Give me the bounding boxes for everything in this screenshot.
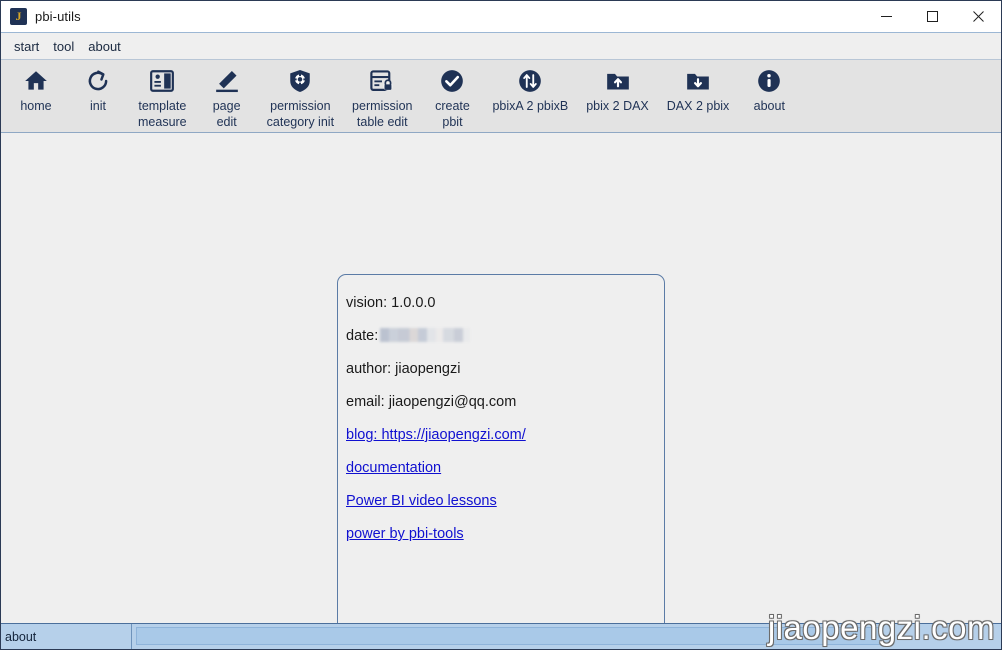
toolbar-button-init[interactable]: init xyxy=(67,60,129,118)
window-title: pbi-utils xyxy=(35,9,81,24)
status-progress-area xyxy=(132,624,1001,649)
link-power-by-pbi-tools[interactable]: power by pbi-tools xyxy=(346,518,664,551)
info-row-vision: vision: 1.0.0.0 xyxy=(346,287,664,320)
toolbar-label: init xyxy=(90,98,106,114)
minimize-icon[interactable] xyxy=(863,1,909,32)
transfer-circle-icon xyxy=(517,66,543,96)
folder-upload-icon xyxy=(605,66,631,96)
status-text: about xyxy=(1,624,132,649)
link-documentation[interactable]: documentation xyxy=(346,452,664,485)
info-row-author: author: jiaopengzi xyxy=(346,353,664,386)
j-logo-icon: J xyxy=(10,8,27,25)
toolbar: home init templ xyxy=(1,60,1001,133)
toolbar-button-home[interactable]: home xyxy=(5,60,67,118)
close-icon[interactable] xyxy=(955,1,1001,32)
toolbar-label: home xyxy=(20,98,51,114)
menu-item-start[interactable]: start xyxy=(7,37,46,56)
pencil-edit-icon xyxy=(214,66,240,96)
toolbar-label: template measure xyxy=(138,98,187,130)
toolbar-button-page-edit[interactable]: page edit xyxy=(196,60,258,133)
toolbar-label: pbixA 2 pbixB xyxy=(492,98,568,114)
toolbar-button-permission-category-init[interactable]: permission category init xyxy=(258,60,343,133)
toolbar-label: about xyxy=(754,98,785,114)
toolbar-button-about[interactable]: about xyxy=(738,60,800,118)
info-row-date: date: xyxy=(346,320,664,353)
window-controls xyxy=(863,1,1001,32)
toolbar-button-pbixa-2-pbixb[interactable]: pbixA 2 pbixB xyxy=(483,60,577,118)
toolbar-button-dax-2-pbix[interactable]: DAX 2 pbix xyxy=(658,60,739,118)
link-blog[interactable]: blog: https://jiaopengzi.com/ xyxy=(346,419,664,452)
home-icon xyxy=(23,66,49,96)
about-info-panel: vision: 1.0.0.0 date: author: jiaopengzi… xyxy=(337,274,665,623)
link-video-lessons[interactable]: Power BI video lessons xyxy=(346,485,664,518)
progress-bar xyxy=(136,627,881,645)
toolbar-label: pbix 2 DAX xyxy=(586,98,649,114)
toolbar-button-create-pbit[interactable]: create pbit xyxy=(421,60,483,133)
toolbar-label: page edit xyxy=(213,98,241,130)
menu-item-tool[interactable]: tool xyxy=(46,37,81,56)
info-row-date-label: date: xyxy=(346,328,378,344)
info-row-email: email: jiaopengzi@qq.com xyxy=(346,386,664,419)
toolbar-button-pbix-2-dax[interactable]: pbix 2 DAX xyxy=(577,60,658,118)
application-window: J pbi-utils start tool about xyxy=(0,0,1002,650)
main-content: vision: 1.0.0.0 date: author: jiaopengzi… xyxy=(1,133,1001,623)
toolbar-label: permission table edit xyxy=(352,98,412,130)
shield-gear-icon xyxy=(287,66,313,96)
title-bar: J pbi-utils xyxy=(1,1,1001,33)
toolbar-button-template-measure[interactable]: template measure xyxy=(129,60,196,133)
table-lock-icon xyxy=(369,66,395,96)
check-circle-icon xyxy=(439,66,465,96)
folder-download-icon xyxy=(685,66,711,96)
menu-item-about[interactable]: about xyxy=(81,37,128,56)
refresh-icon xyxy=(85,66,111,96)
status-bar: about xyxy=(1,623,1001,649)
toolbar-label: DAX 2 pbix xyxy=(667,98,730,114)
redacted-date-value xyxy=(380,328,470,342)
maximize-icon[interactable] xyxy=(909,1,955,32)
toolbar-label: create pbit xyxy=(435,98,470,130)
info-circle-icon xyxy=(756,66,782,96)
toolbar-button-permission-table-edit[interactable]: permission table edit xyxy=(343,60,421,133)
template-measure-icon xyxy=(149,66,175,96)
menu-bar: start tool about xyxy=(1,33,1001,60)
toolbar-label: permission category init xyxy=(267,98,334,130)
